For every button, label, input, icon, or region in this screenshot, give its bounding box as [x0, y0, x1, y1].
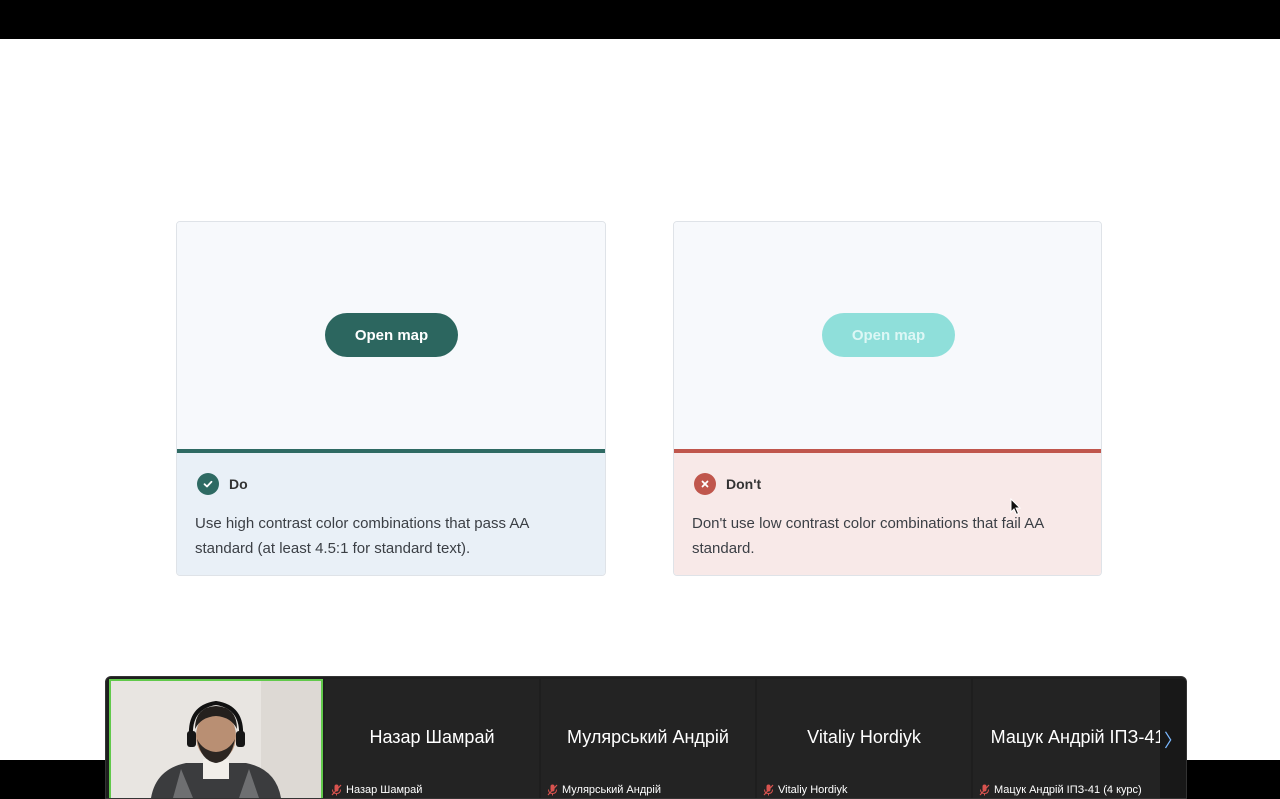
- do-card: Open map Do Use high contrast color comb…: [176, 221, 606, 576]
- mic-muted-icon: [763, 784, 774, 796]
- dont-card-footer: Don't Don't use low contrast color combi…: [674, 453, 1101, 575]
- do-verdict-label: Do: [229, 476, 248, 492]
- check-icon: [197, 473, 219, 495]
- do-card-preview: Open map: [177, 222, 605, 449]
- dont-card-description: Don't use low contrast color combination…: [692, 515, 1044, 557]
- participant-tile[interactable]: Мулярський Андрій Мулярський Андрій: [541, 679, 755, 798]
- do-card-description: Use high contrast color combinations tha…: [195, 515, 529, 557]
- participant-caption-text: Мацук Андрій ІПЗ-41 (4 курс): [994, 784, 1142, 796]
- mic-muted-icon: [979, 784, 990, 796]
- participant-tile[interactable]: Мацук Андрій ІПЗ-41. Мацук Андрій ІПЗ-41…: [973, 679, 1186, 798]
- do-card-footer: Do Use high contrast color combinations …: [177, 453, 605, 575]
- open-map-button-low-contrast[interactable]: Open map: [822, 313, 955, 357]
- participants-strip: Назар Шамрай Назар Шамрай Мулярський Анд…: [105, 676, 1187, 799]
- do-verdict: Do: [197, 473, 248, 495]
- dont-verdict-label: Don't: [726, 476, 762, 492]
- participant-tile[interactable]: Назар Шамрай Назар Шамрай: [325, 679, 539, 798]
- participant-caption: Назар Шамрай: [331, 784, 422, 796]
- participant-display-name: Назар Шамрай: [369, 727, 495, 747]
- dont-verdict: Don't: [694, 473, 761, 495]
- mic-muted-icon: [547, 784, 558, 796]
- participant-caption: Мацук Андрій ІПЗ-41 (4 курс): [979, 784, 1142, 796]
- participant-tile[interactable]: Vitaliy Hordiyk Vitaliy Hordiyk: [757, 679, 971, 798]
- participant-display-name: Мулярський Андрій: [567, 727, 729, 747]
- participant-video: [111, 681, 321, 798]
- participant-caption-text: Назар Шамрай: [346, 784, 423, 796]
- top-bar: [0, 0, 1280, 39]
- participant-caption-text: Мулярський Андрій: [562, 784, 661, 796]
- self-video-tile[interactable]: [109, 679, 323, 798]
- chevron-right-icon[interactable]: 〉: [1160, 679, 1186, 798]
- participant-display-name: Vitaliy Hordiyk: [807, 727, 921, 747]
- participant-caption-text: Vitaliy Hordiyk: [778, 784, 848, 796]
- mouse-cursor-icon: [1010, 498, 1022, 516]
- close-icon: [694, 473, 716, 495]
- open-map-button-high-contrast[interactable]: Open map: [325, 313, 458, 357]
- participant-caption: Мулярський Андрій: [547, 784, 661, 796]
- mic-muted-icon: [331, 784, 342, 796]
- participant-caption: Vitaliy Hordiyk: [763, 784, 848, 796]
- participant-display-name: Мацук Андрій ІПЗ-41.: [990, 727, 1170, 747]
- dont-card: Open map Don't Don't use low contrast co…: [673, 221, 1102, 576]
- dont-card-preview: Open map: [674, 222, 1101, 449]
